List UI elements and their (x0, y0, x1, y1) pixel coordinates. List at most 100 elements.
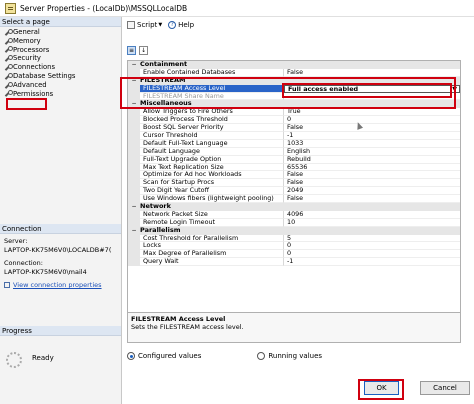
property-value[interactable]: True (284, 108, 460, 117)
help-icon: ? (168, 20, 177, 29)
grid-row[interactable]: Scan for Startup Procs False (128, 179, 460, 188)
property-value[interactable]: 0 (284, 116, 460, 125)
connection-label: Connection: (4, 259, 43, 267)
property-name: Cost Threshold for Parallelism (140, 234, 284, 243)
grid-row[interactable]: Default Language English (128, 147, 460, 156)
wrench-icon (4, 37, 13, 45)
collapse-icon[interactable]: − (128, 203, 140, 211)
grid-row[interactable]: Allow Triggers to Fire Others True (128, 108, 460, 117)
wrench-icon (4, 64, 13, 71)
page-memory[interactable]: Memory (0, 37, 121, 46)
property-name: Scan for Startup Procs (140, 179, 284, 188)
property-value[interactable]: False (284, 69, 460, 77)
property-value[interactable]: Rebuild (284, 156, 460, 164)
wrench-icon (4, 81, 13, 89)
value-mode-radios: Configured values Running values (127, 350, 461, 362)
grid-category[interactable]: − Network (128, 202, 460, 211)
property-name: Max Text Replication Size (140, 163, 284, 172)
server-value: LAPTOP-KK75M6V0\LOCALDB#7( (4, 246, 112, 254)
property-value[interactable]: -1 (284, 132, 460, 140)
cancel-button[interactable]: Cancel (420, 381, 470, 395)
script-button[interactable]: Script ▼ (127, 20, 162, 29)
property-name: Default Language (140, 147, 284, 156)
grid-row[interactable]: Query Wait -1 (128, 258, 460, 267)
connection-section: Connection Server: LAPTOP-KK75M6V0\LOCAL… (0, 224, 121, 293)
progress-spinner-icon (6, 352, 22, 368)
property-value[interactable]: -1 (284, 258, 460, 267)
progress-section: Progress Ready (0, 326, 121, 368)
grid-row[interactable]: Locks 0 (128, 242, 460, 251)
connection-info: Server: LAPTOP-KK75M6V0\LOCALDB#7( Conne… (0, 234, 121, 293)
grid-row[interactable]: Cost Threshold for Parallelism 5 (128, 234, 460, 243)
property-value[interactable]: 65536 (284, 164, 460, 172)
progress-header: Progress (0, 326, 121, 336)
property-description: FILESTREAM Access Level Sets the FILESTR… (127, 313, 461, 343)
property-name: Full-Text Upgrade Option (140, 155, 284, 164)
grid-toolbar: ≡ ↓ (127, 46, 151, 55)
script-icon (127, 20, 135, 29)
wrench-icon (4, 28, 13, 36)
left-pane: Select a page General Memory Processors … (0, 17, 122, 404)
ok-highlight-box (358, 379, 404, 400)
view-connection-properties[interactable]: View connection properties (4, 281, 117, 290)
grid-row[interactable]: Max Text Replication Size 65536 (128, 163, 460, 172)
property-value[interactable]: False (284, 179, 460, 188)
page-advanced[interactable]: Advanced (0, 81, 121, 90)
grid-row[interactable]: Boost SQL Server Priority False (128, 124, 460, 133)
property-value[interactable]: False (284, 124, 460, 133)
property-value[interactable]: English (284, 148, 460, 156)
collapse-icon[interactable]: − (128, 227, 140, 235)
grid-row[interactable]: Use Windows fibers (lightweight pooling)… (128, 195, 460, 204)
property-value[interactable]: 10 (284, 219, 460, 227)
page-processors[interactable]: Processors (0, 46, 121, 55)
grid-row[interactable]: Default Full-Text Language 1033 (128, 139, 460, 148)
property-value[interactable]: 0 (284, 242, 460, 251)
wrench-icon (4, 90, 13, 97)
property-value[interactable]: 1033 (284, 140, 460, 148)
wrench-icon (4, 46, 13, 53)
help-button[interactable]: ? Help (168, 20, 194, 29)
page-general[interactable]: General (0, 28, 121, 37)
configured-values-radio[interactable]: Configured values (127, 352, 201, 360)
grid-row[interactable]: Max Degree of Parallelism 0 (128, 250, 460, 259)
grid-category[interactable]: − Parallelism (128, 226, 460, 235)
grid-row[interactable]: Cursor Threshold -1 (128, 132, 460, 140)
property-name: Network Packet Size (140, 210, 284, 219)
grid-category[interactable]: − Containment (128, 61, 460, 69)
server-properties-icon (5, 2, 16, 14)
description-title: FILESTREAM Access Level (131, 315, 226, 323)
property-value[interactable]: 2049 (284, 187, 460, 196)
mouse-cursor-icon (356, 122, 362, 130)
grid-row[interactable]: Optimize for Ad hoc Workloads False (128, 171, 460, 180)
wrench-icon (4, 72, 13, 80)
property-value[interactable]: False (284, 171, 460, 180)
access-level-highlight-box (282, 83, 452, 98)
advanced-highlight-box (6, 98, 47, 110)
page-database-settings[interactable]: Database Settings (0, 72, 121, 81)
property-name: Allow Triggers to Fire Others (140, 108, 284, 117)
property-name: Cursor Threshold (140, 132, 284, 140)
connection-header: Connection (0, 224, 121, 234)
grid-row[interactable]: Blocked Process Threshold 0 (128, 116, 460, 125)
alphabetical-icon[interactable]: ↓ (139, 46, 148, 55)
progress-status: Ready (32, 354, 54, 362)
property-name: Query Wait (140, 258, 284, 267)
property-value[interactable]: False (284, 195, 460, 204)
page-security[interactable]: Security (0, 54, 121, 63)
property-name: Optimize for Ad hoc Workloads (140, 171, 284, 180)
property-name: Blocked Process Threshold (140, 116, 284, 125)
property-value[interactable]: 5 (284, 235, 460, 243)
property-name: Locks (140, 242, 284, 251)
grid-row[interactable]: Two Digit Year Cutoff 2049 (128, 187, 460, 196)
running-values-radio[interactable]: Running values (257, 352, 322, 360)
property-value[interactable]: 4096 (284, 211, 460, 219)
property-value[interactable]: 0 (284, 250, 460, 259)
property-name: Two Digit Year Cutoff (140, 187, 284, 196)
categorized-icon[interactable]: ≡ (127, 46, 136, 55)
grid-row[interactable]: Full-Text Upgrade Option Rebuild (128, 155, 460, 164)
grid-row[interactable]: Network Packet Size 4096 (128, 210, 460, 219)
property-name: Boost SQL Server Priority (140, 124, 284, 133)
collapse-icon[interactable]: − (128, 61, 140, 69)
property-name: Default Full-Text Language (140, 139, 284, 148)
page-connections[interactable]: Connections (0, 63, 121, 72)
